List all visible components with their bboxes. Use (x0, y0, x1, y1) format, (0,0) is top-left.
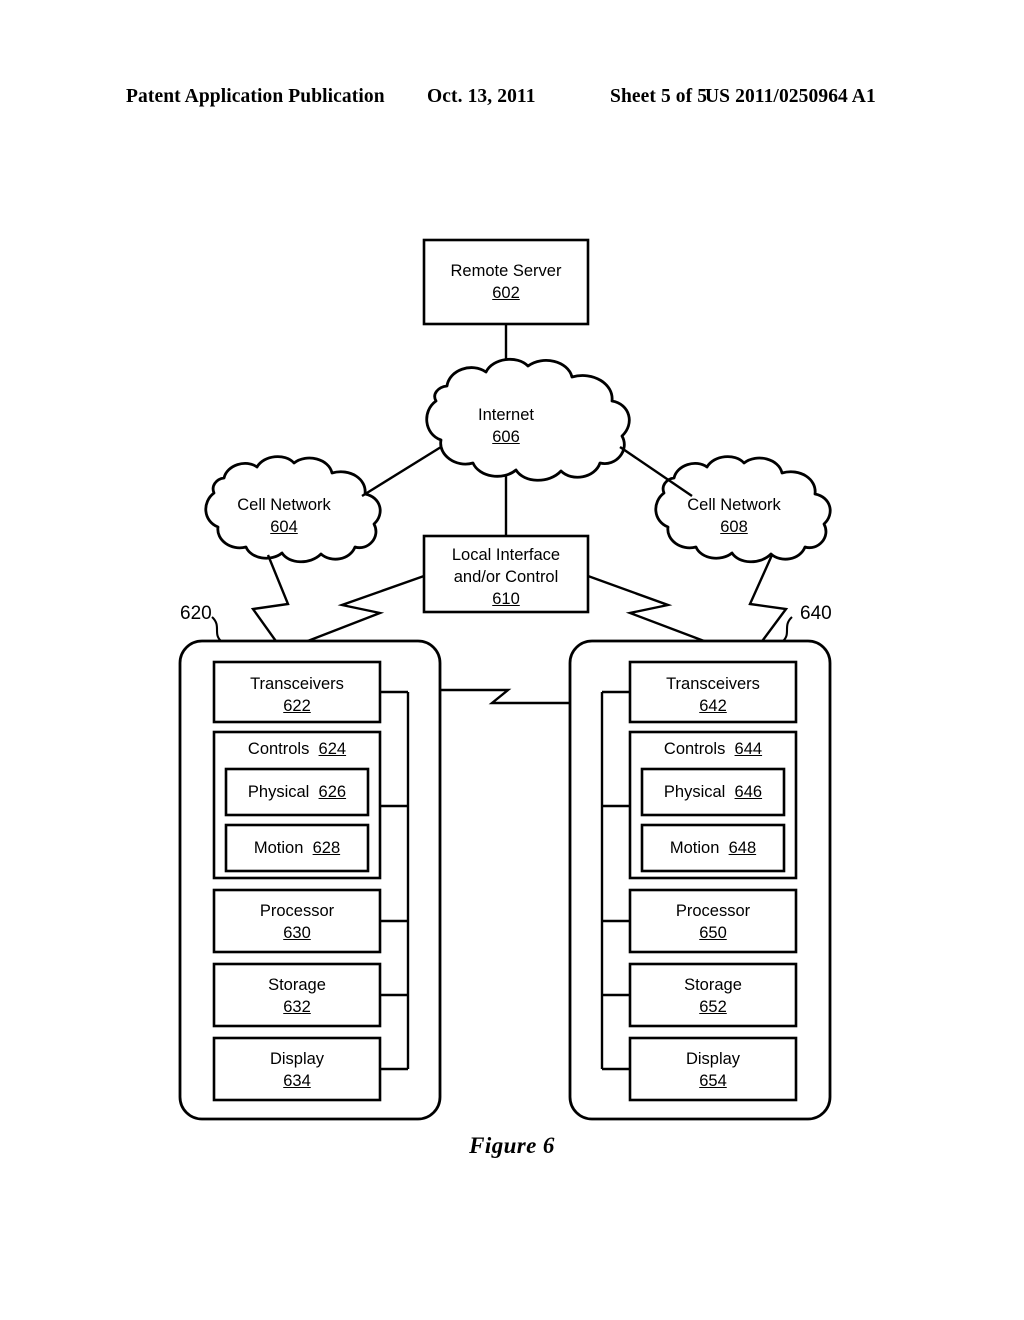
device-right-ref-number: 640 (800, 603, 832, 624)
leader-line-640 (781, 616, 793, 643)
link-cell-right-to-device-right (748, 554, 789, 645)
cell-network-right-cloud (654, 455, 832, 564)
device-left-transceivers-box (212, 660, 382, 724)
link-local-interface-to-device-left (299, 574, 425, 646)
remote-server-box (422, 238, 590, 326)
device-left-display-box (212, 1036, 382, 1102)
device-left-processor-box (212, 888, 382, 954)
figure-caption: Figure 6 (469, 1133, 555, 1158)
device-left-storage-box (212, 962, 382, 1028)
internet-cloud (425, 357, 631, 482)
link-cell-left-to-device-left (250, 554, 290, 645)
local-interface-box (422, 534, 590, 614)
cell-network-left-cloud (204, 455, 382, 564)
device-right-physical-box (640, 767, 786, 817)
link-local-interface-to-device-right (587, 574, 713, 646)
link-device-left-to-device-right (440, 688, 570, 705)
device-right-motion-box (640, 823, 786, 873)
figure-diagram-canvas (178, 238, 832, 1121)
leader-line-620 (211, 616, 223, 643)
device-left-motion-box (224, 823, 370, 873)
device-right-storage-box (628, 962, 798, 1028)
device-left-ref-number: 620 (180, 603, 212, 624)
link-internet-to-cell-left (361, 445, 442, 498)
device-right-display-box (628, 1036, 798, 1102)
device-left-physical-box (224, 767, 370, 817)
device-right-processor-box (628, 888, 798, 954)
device-right-transceivers-box (628, 660, 798, 724)
